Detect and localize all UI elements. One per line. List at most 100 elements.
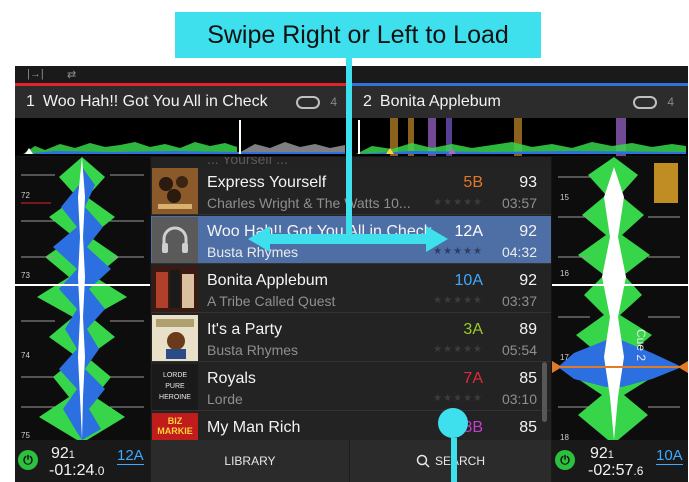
beat-marker: 75 xyxy=(21,431,30,440)
deck1-waveform-strip[interactable]: 72 73 74 75 xyxy=(15,157,150,440)
deck1-loop-count: 4 xyxy=(330,95,337,109)
deck1-bpm-decimal: 1 xyxy=(68,449,75,461)
callout-leader-line xyxy=(346,58,352,239)
deck2-bpm-decimal: 1 xyxy=(607,449,614,461)
album-art-express xyxy=(152,168,198,214)
deck2-bpm-value: 92 xyxy=(590,445,608,462)
deck1-time-value: -01:24 xyxy=(49,462,95,479)
bottom-bar: ⏻ 921 -01:24.0 12A LIBRARY SEARCH ⏻ 921 … xyxy=(15,440,688,482)
deck1-time: -01:24.0 xyxy=(49,462,104,480)
track-length: 04:32 xyxy=(501,244,537,260)
deck1-overview-waveform[interactable] xyxy=(15,118,351,156)
partial-track-row: ... Yourself ... xyxy=(207,157,288,167)
track-title: It's a Party xyxy=(207,321,283,338)
beat-marker: 74 xyxy=(21,351,30,360)
deck2-waveform-strip[interactable]: 15 16 17 18 Cue 2 xyxy=(552,157,688,440)
deck2-overview-waveform[interactable] xyxy=(352,118,688,156)
album-art-placeholder xyxy=(152,217,198,263)
track-row[interactable]: BIZ MARKIE My Man Rich 8B 85 xyxy=(151,412,551,440)
album-art-bizmarkie: BIZ MARKIE xyxy=(152,413,198,440)
track-title: My Man Rich xyxy=(207,419,301,436)
track-artist: Busta Rhymes xyxy=(207,342,299,358)
deck2-bpm: 921 xyxy=(590,445,614,463)
track-bpm: 92 xyxy=(519,223,537,240)
track-bpm: 85 xyxy=(519,370,537,387)
deck1-bpm-value: 92 xyxy=(51,445,69,462)
track-artist: Charles Wright & The Watts 10... xyxy=(207,195,411,211)
callout-label: Swipe Right or Left to Load xyxy=(175,12,541,58)
track-length: 03:57 xyxy=(501,195,537,211)
album-art-party xyxy=(152,315,198,361)
track-title: Express Yourself xyxy=(207,174,327,191)
sync-icon[interactable]: ⏻ xyxy=(555,450,575,470)
track-length: 03:10 xyxy=(501,391,537,407)
track-bpm: 93 xyxy=(519,174,537,191)
deck1-vertical-waveform xyxy=(15,157,150,440)
beat-marker: 72 xyxy=(21,191,30,200)
repeat-icon[interactable]: ⇄ xyxy=(67,68,76,81)
album-art-lorde: LORDE PURE HEROINE xyxy=(152,364,198,410)
deck1-number: 1 xyxy=(26,93,35,110)
track-row[interactable]: Bonita Applebum A Tribe Called Quest 10A… xyxy=(151,265,551,313)
deck1-info: ⏻ 921 -01:24.0 12A xyxy=(15,440,150,482)
deck2-info: ⏻ 921 -02:57.6 10A xyxy=(552,440,688,482)
track-bpm: 89 xyxy=(519,321,537,338)
track-rating[interactable]: ★★★★★ xyxy=(433,344,483,355)
deck2-header[interactable]: 2 Bonita Applebum 4 xyxy=(352,86,688,118)
deck2-time-value: -02:57 xyxy=(588,462,634,479)
track-row[interactable]: It's a Party Busta Rhymes 3A ★★★★★ 89 05… xyxy=(151,314,551,362)
track-title: Bonita Applebum xyxy=(207,272,328,289)
track-artist: A Tribe Called Quest xyxy=(207,293,336,309)
loop-icon[interactable] xyxy=(296,95,321,109)
track-key: 5B xyxy=(463,174,483,191)
touch-leader-line xyxy=(451,438,457,482)
album-art-tribe xyxy=(152,266,198,312)
deck1-header[interactable]: 1 Woo Hah!! Got You All in Check 4 xyxy=(15,86,351,118)
track-bpm: 92 xyxy=(519,272,537,289)
track-key: 7A xyxy=(463,370,483,387)
touch-point-icon xyxy=(438,408,468,438)
search-icon xyxy=(416,454,430,468)
deck1-track-title: Woo Hah!! Got You All in Check xyxy=(42,93,268,110)
track-length: 03:37 xyxy=(501,293,537,309)
deck2-time-decimal: .6 xyxy=(633,464,644,478)
loop-icon[interactable] xyxy=(633,95,658,109)
album-art-text: LORDE xyxy=(162,372,188,379)
library-button[interactable]: LIBRARY xyxy=(151,440,349,482)
beat-marker: 18 xyxy=(560,433,569,440)
track-row[interactable]: LORDE PURE HEROINE Royals Lorde 7A ★★★★★… xyxy=(151,363,551,411)
sync-icon[interactable]: ⏻ xyxy=(18,450,38,470)
deck2-key[interactable]: 10A xyxy=(656,447,683,465)
track-rating[interactable]: ★★★★★ xyxy=(433,295,483,306)
deck2-track-title: Bonita Applebum xyxy=(379,93,501,110)
track-bpm: 85 xyxy=(519,419,537,436)
track-artist: Lorde xyxy=(207,391,243,407)
album-art-text: PURE xyxy=(165,383,185,390)
deck2-number: 2 xyxy=(363,93,372,110)
deck2-loop-count: 4 xyxy=(667,95,674,109)
beat-marker: 17 xyxy=(560,353,569,362)
library-scrollbar[interactable] xyxy=(542,362,547,422)
track-title: Royals xyxy=(207,370,256,387)
deck1-bpm: 921 xyxy=(51,445,75,463)
beat-marker: 73 xyxy=(21,271,30,280)
deck1-key[interactable]: 12A xyxy=(117,447,144,465)
track-length: 05:54 xyxy=(501,342,537,358)
track-rating[interactable]: ★★★★★ xyxy=(433,393,483,404)
deck2-vertical-waveform xyxy=(552,157,688,440)
album-art-text: BIZ MARKIE xyxy=(157,416,193,436)
search-label: SEARCH xyxy=(434,454,485,468)
track-rating[interactable]: ★★★★★ xyxy=(433,197,483,208)
deck2-overview-svg xyxy=(356,118,686,156)
deck2-time: -02:57.6 xyxy=(588,462,643,480)
track-key: 12A xyxy=(454,223,483,240)
beat-marker: 15 xyxy=(560,193,569,202)
deck1-time-decimal: .0 xyxy=(94,464,105,478)
beat-marker: 16 xyxy=(560,269,569,278)
skip-to-end-icon[interactable]: |→| xyxy=(27,68,44,80)
swipe-arrow-icon xyxy=(248,226,448,252)
deck1-overview-svg xyxy=(23,120,345,154)
track-key: 10A xyxy=(454,272,483,289)
track-key: 3A xyxy=(463,321,483,338)
album-art-text: HEROINE xyxy=(159,394,191,401)
